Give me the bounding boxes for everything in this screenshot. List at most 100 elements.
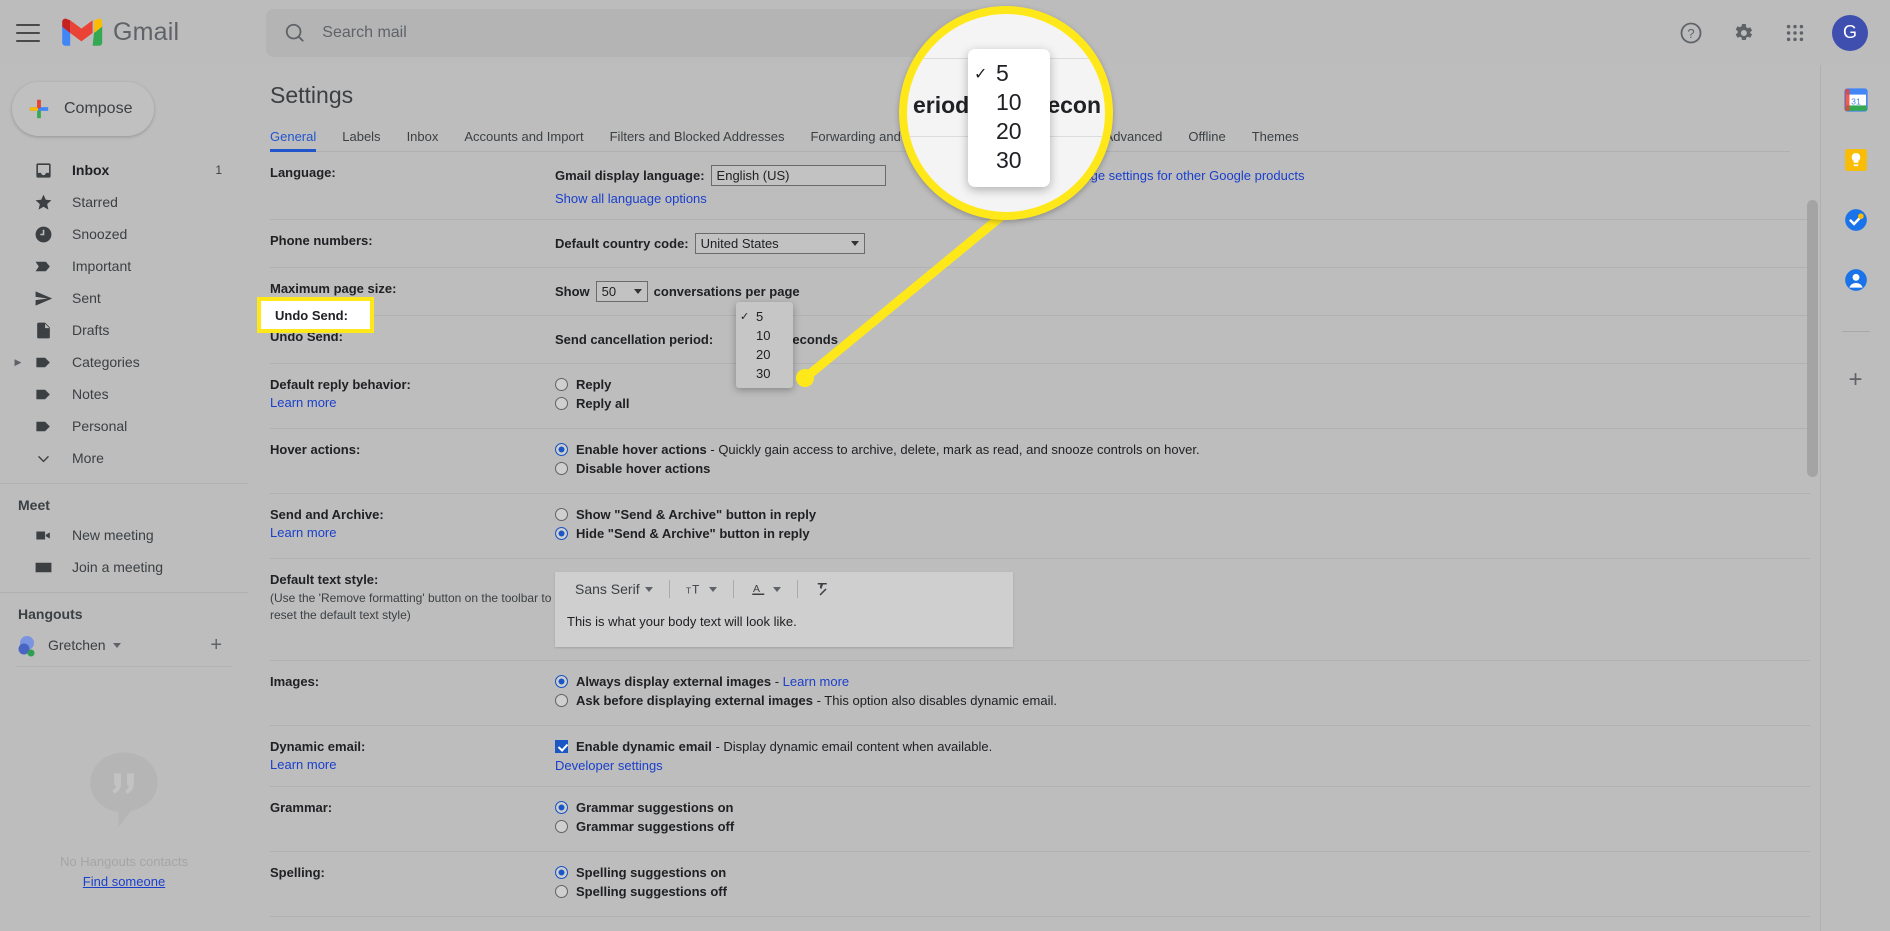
left-sidebar: Compose Inbox 1 Starred Snoozed Importan… <box>0 65 248 931</box>
radio-button[interactable] <box>555 508 568 521</box>
radio-button[interactable] <box>555 675 568 688</box>
font-family-dropdown[interactable]: Sans Serif <box>565 581 663 597</box>
option-show-send-and-archive[interactable]: Show "Send & Archive" button in reply <box>555 507 1810 522</box>
tab-labels[interactable]: Labels <box>342 129 394 151</box>
gear-icon[interactable] <box>1728 18 1758 48</box>
dropdown-option-30[interactable]: 30 <box>736 364 793 383</box>
learn-more-link[interactable]: Learn more <box>270 395 555 410</box>
option-grammar-off[interactable]: Grammar suggestions off <box>555 819 1810 834</box>
sidebar-item-notes[interactable]: Notes <box>0 378 234 410</box>
radio-button[interactable] <box>555 462 568 475</box>
country-code-select[interactable]: United States <box>694 233 865 254</box>
svg-text:T: T <box>692 583 700 597</box>
sidebar-item-important[interactable]: Important <box>0 250 234 282</box>
gmail-logo[interactable]: Gmail <box>62 17 179 49</box>
compose-button[interactable]: Compose <box>12 82 154 136</box>
content-scrollbar[interactable] <box>1807 200 1818 477</box>
option-grammar-on[interactable]: Grammar suggestions on <box>555 800 1810 815</box>
radio-button[interactable] <box>555 378 568 391</box>
option-spelling-off[interactable]: Spelling suggestions off <box>555 884 1810 899</box>
text-size-dropdown[interactable]: T T <box>676 581 727 597</box>
tab-filters-and-blocked-addresses[interactable]: Filters and Blocked Addresses <box>610 129 799 151</box>
sidebar-item-categories[interactable]: ▶ Categories <box>0 346 234 378</box>
option-enable-dynamic-email[interactable]: Enable dynamic email - Display dynamic e… <box>555 739 1810 754</box>
radio-button[interactable] <box>555 527 568 540</box>
sidebar-item-inbox[interactable]: Inbox 1 <box>0 154 234 186</box>
settings-row-send-and-archive: Send and Archive: Learn more Show "Send … <box>270 494 1810 559</box>
tab-inbox[interactable]: Inbox <box>407 129 453 151</box>
sidebar-item-starred[interactable]: Starred <box>0 186 234 218</box>
chevron-down-icon <box>32 447 54 469</box>
find-someone-link[interactable]: Find someone <box>83 874 165 889</box>
option-label: Enable dynamic email <box>576 739 712 754</box>
gmail-wordmark: Gmail <box>113 18 180 46</box>
option-reply-all[interactable]: Reply all <box>555 396 1810 411</box>
remove-formatting-button[interactable] <box>804 580 842 598</box>
hangouts-user-row[interactable]: Gretchen + <box>0 628 248 662</box>
radio-button[interactable] <box>555 801 568 814</box>
radio-button[interactable] <box>555 820 568 833</box>
draft-file-icon <box>32 319 54 341</box>
option-spelling-on[interactable]: Spelling suggestions on <box>555 865 1810 880</box>
tab-general[interactable]: General <box>270 129 330 152</box>
show-all-language-options-link[interactable]: Show all language options <box>555 191 707 206</box>
developer-settings-link[interactable]: Developer settings <box>555 758 663 773</box>
tab-accounts-and-import[interactable]: Accounts and Import <box>464 129 597 151</box>
magnified-option-10: 10 <box>968 88 1050 117</box>
sidebar-item-more[interactable]: More <box>0 442 234 474</box>
page-size-prefix: Show <box>555 284 590 299</box>
sidebar-item-new-meeting[interactable]: New meeting <box>0 519 234 551</box>
main-menu-icon[interactable] <box>16 23 40 42</box>
sidebar-item-label: Sent <box>72 290 101 306</box>
search-bar[interactable] <box>266 8 987 57</box>
avatar-initial: G <box>1842 22 1857 42</box>
learn-more-link[interactable]: Learn more <box>270 757 555 772</box>
option-label: Grammar suggestions on <box>576 800 734 815</box>
option-hide-send-and-archive[interactable]: Hide "Send & Archive" button in reply <box>555 526 1810 541</box>
option-ask-before-displaying-external-images[interactable]: Ask before displaying external images - … <box>555 693 1810 708</box>
google-contacts-icon[interactable] <box>1843 267 1869 293</box>
gmail-settings-screen: Gmail ? <box>0 0 1890 931</box>
apps-grid-icon[interactable] <box>1780 18 1810 48</box>
chevron-right-icon[interactable]: ▶ <box>12 357 24 368</box>
radio-button[interactable] <box>555 694 568 707</box>
option-label: Ask before displaying external images <box>576 693 813 708</box>
avatar[interactable]: G <box>1832 14 1868 51</box>
radio-button[interactable] <box>555 397 568 410</box>
plus-icon[interactable]: + <box>1848 366 1862 394</box>
text-color-dropdown[interactable]: A <box>740 580 791 598</box>
send-cancellation-period-dropdown[interactable]: ✓ 5 10 20 30 <box>736 302 793 388</box>
sidebar-item-drafts[interactable]: Drafts <box>0 314 234 346</box>
sidebar-item-personal[interactable]: Personal <box>0 410 234 442</box>
sidebar-item-snoozed[interactable]: Snoozed <box>0 218 234 250</box>
dropdown-option-20[interactable]: 20 <box>736 345 793 364</box>
checkbox[interactable] <box>555 740 568 753</box>
google-keep-icon[interactable] <box>1843 147 1869 173</box>
option-enable-hover-actions[interactable]: Enable hover actions - Quickly gain acce… <box>555 442 1810 457</box>
tab-themes[interactable]: Themes <box>1252 129 1313 151</box>
settings-row-hover-actions: Hover actions: Enable hover actions - Qu… <box>270 429 1810 494</box>
dropdown-option-10[interactable]: 10 <box>736 326 793 345</box>
plus-icon[interactable]: + <box>210 634 222 657</box>
radio-button[interactable] <box>555 885 568 898</box>
radio-button[interactable] <box>555 443 568 456</box>
dropdown-option-5[interactable]: ✓ 5 <box>736 307 793 326</box>
radio-button[interactable] <box>555 866 568 879</box>
learn-more-link[interactable]: Learn more <box>270 525 555 540</box>
option-always-display-external-images[interactable]: Always display external images - Learn m… <box>555 674 1810 689</box>
tab-offline[interactable]: Offline <box>1188 129 1239 151</box>
google-calendar-icon[interactable]: 31 <box>1843 87 1869 113</box>
tab-advanced[interactable]: Advanced <box>1105 129 1177 151</box>
learn-more-link[interactable]: Learn more <box>783 674 849 689</box>
important-label-icon <box>32 255 54 277</box>
sidebar-item-sent[interactable]: Sent <box>0 282 234 314</box>
chevron-down-icon[interactable] <box>112 642 121 648</box>
display-language-select[interactable]: English (US) <box>710 165 886 186</box>
page-size-select[interactable]: 50 <box>595 281 648 302</box>
sidebar-item-join-meeting[interactable]: Join a meeting <box>0 551 234 583</box>
help-icon[interactable]: ? <box>1676 18 1706 48</box>
search-input[interactable] <box>322 23 955 42</box>
option-disable-hover-actions[interactable]: Disable hover actions <box>555 461 1810 476</box>
google-tasks-icon[interactable] <box>1843 207 1869 233</box>
settings-row-default-reply-behavior: Default reply behavior: Learn more Reply… <box>270 364 1810 429</box>
